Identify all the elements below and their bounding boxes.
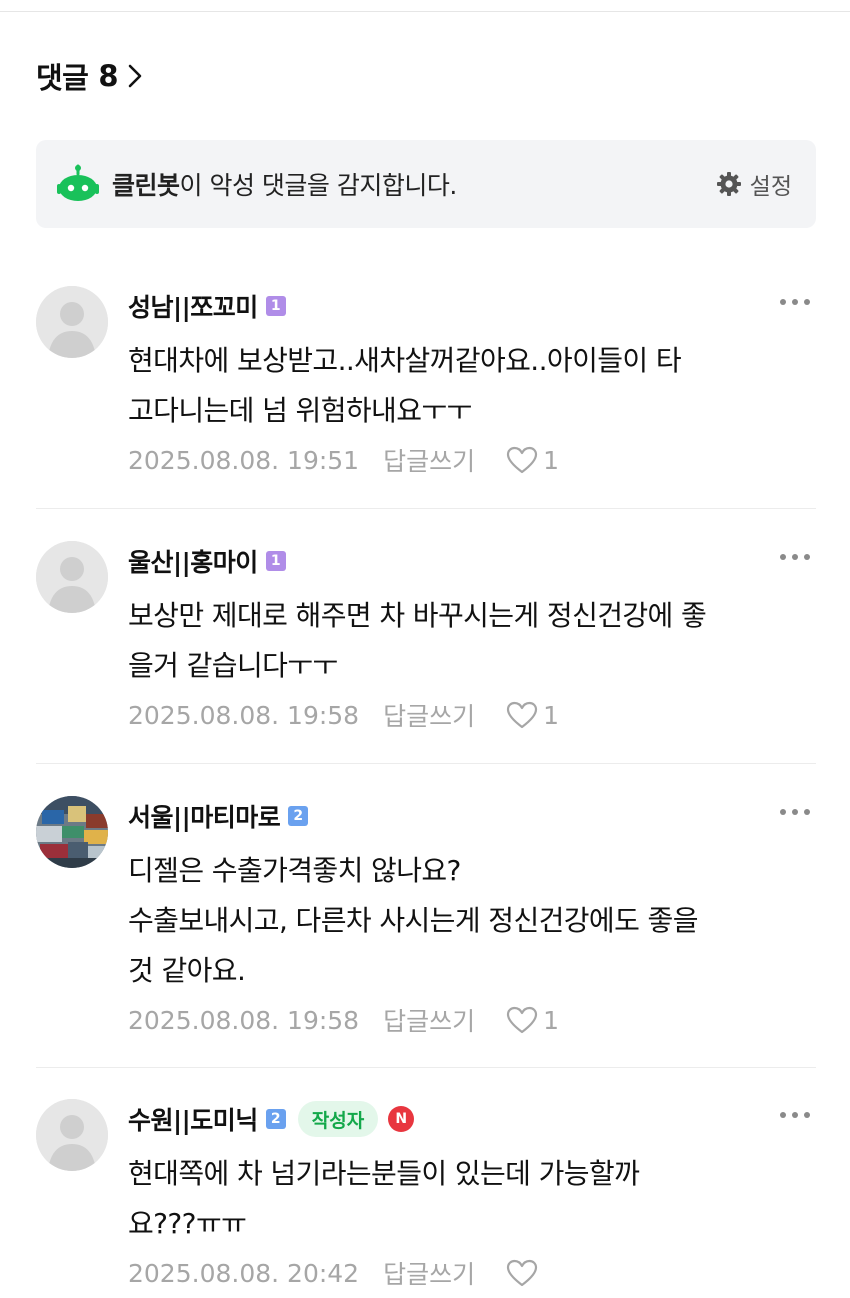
comment-author[interactable]: 울산||홍마이: [128, 543, 258, 579]
comment-date: 2025.08.08. 20:42: [128, 1258, 360, 1288]
avatar-photo[interactable]: [36, 796, 108, 868]
heart-icon: [507, 1006, 538, 1034]
settings-label: 설정: [749, 174, 792, 200]
heart-icon: [507, 701, 538, 729]
reply-button[interactable]: 답글쓰기: [383, 442, 475, 478]
cleanbot-message-text: 이 악성 댓글을 감지합니다.: [179, 171, 458, 200]
comment-author[interactable]: 서울||마티마로: [128, 798, 281, 834]
avatar[interactable]: [36, 1099, 108, 1171]
comments-title: 댓글: [36, 61, 89, 95]
like-button[interactable]: 1: [505, 445, 559, 475]
comment-divider: [36, 508, 816, 509]
comment-author[interactable]: 수원||도미닉: [128, 1101, 258, 1137]
member-level-badge: 1: [265, 296, 286, 316]
writer-badge: 작성자: [297, 1101, 379, 1137]
default-user-icon: [36, 286, 108, 358]
comment-text: 현대차에 보상받고..새차살꺼같아요..아이들이 타 고다니는데 넘 위험하내요…: [128, 344, 682, 427]
cleanbot-banner: 클린봇이 악성 댓글을 감지합니다. 설정: [36, 140, 816, 228]
cleanbot-message: 클린봇이 악성 댓글을 감지합니다.: [112, 166, 457, 202]
reply-button[interactable]: 답글쓰기: [383, 697, 475, 733]
comment-divider: [36, 763, 816, 764]
new-badge: N: [388, 1106, 415, 1132]
default-user-icon: [36, 541, 108, 613]
comment-item: 수원||도미닉 2 작성자 N 현대쪽에 차 넘기라는분들이 있는데 가능할까 …: [36, 1099, 816, 1298]
like-count: 1: [543, 445, 560, 475]
more-options-icon[interactable]: [780, 1109, 810, 1121]
avatar[interactable]: [36, 541, 108, 613]
comment-item: 성남||쪼꼬미 1 현대차에 보상받고..새차살꺼같아요..아이들이 타 고다니…: [36, 286, 816, 486]
profile-photo-image: [36, 796, 108, 868]
member-level-badge: 2: [288, 806, 309, 826]
cleanbot-name: 클린봇: [112, 171, 180, 200]
chevron-right-icon[interactable]: [127, 62, 147, 90]
heart-icon: [507, 1259, 538, 1287]
comment-date: 2025.08.08. 19:58: [128, 1005, 360, 1035]
heart-icon: [507, 446, 538, 474]
top-divider: [0, 11, 850, 12]
comment-date: 2025.08.08. 19:58: [128, 700, 360, 730]
cleanbot-settings-button[interactable]: 설정: [716, 167, 792, 201]
comments-count: 8: [98, 59, 119, 93]
comment-divider: [36, 1067, 816, 1068]
reply-button[interactable]: 답글쓰기: [383, 1002, 475, 1038]
comment-date: 2025.08.08. 19:51: [128, 445, 360, 475]
comment-text: 디젤은 수출가격좋치 않나요? 수출보내시고, 다른차 사시는게 정신건강에도 …: [128, 854, 698, 987]
comment-item: 울산||홍마이 1 보상만 제대로 해주면 차 바꾸시는게 정신건강에 좋 을거…: [36, 541, 816, 741]
like-count: 1: [543, 1005, 560, 1035]
more-options-icon[interactable]: [780, 296, 810, 308]
member-level-badge: 1: [265, 551, 286, 571]
like-button[interactable]: [505, 1258, 543, 1288]
avatar[interactable]: [36, 286, 108, 358]
like-button[interactable]: 1: [505, 700, 559, 730]
comment-text: 보상만 제대로 해주면 차 바꾸시는게 정신건강에 좋 을거 같습니다ㅜㅜ: [128, 599, 707, 682]
gear-icon: [716, 172, 741, 196]
comment-item: 서울||마티마로 2 디젤은 수출가격좋치 않나요? 수출보내시고, 다른차 사…: [36, 796, 816, 1046]
comments-header[interactable]: 댓글 8: [36, 56, 147, 96]
reply-button[interactable]: 답글쓰기: [383, 1255, 475, 1291]
like-count: 1: [543, 700, 560, 730]
default-user-icon: [36, 1099, 108, 1171]
more-options-icon[interactable]: [780, 551, 810, 563]
more-options-icon[interactable]: [780, 806, 810, 818]
comment-author[interactable]: 성남||쪼꼬미: [128, 288, 258, 324]
cleanbot-robot-icon: [57, 164, 99, 201]
member-level-badge: 2: [265, 1109, 286, 1129]
like-button[interactable]: 1: [505, 1005, 559, 1035]
comment-text: 현대쪽에 차 넘기라는분들이 있는데 가능할까 요???ㅠㅠ: [128, 1157, 640, 1240]
